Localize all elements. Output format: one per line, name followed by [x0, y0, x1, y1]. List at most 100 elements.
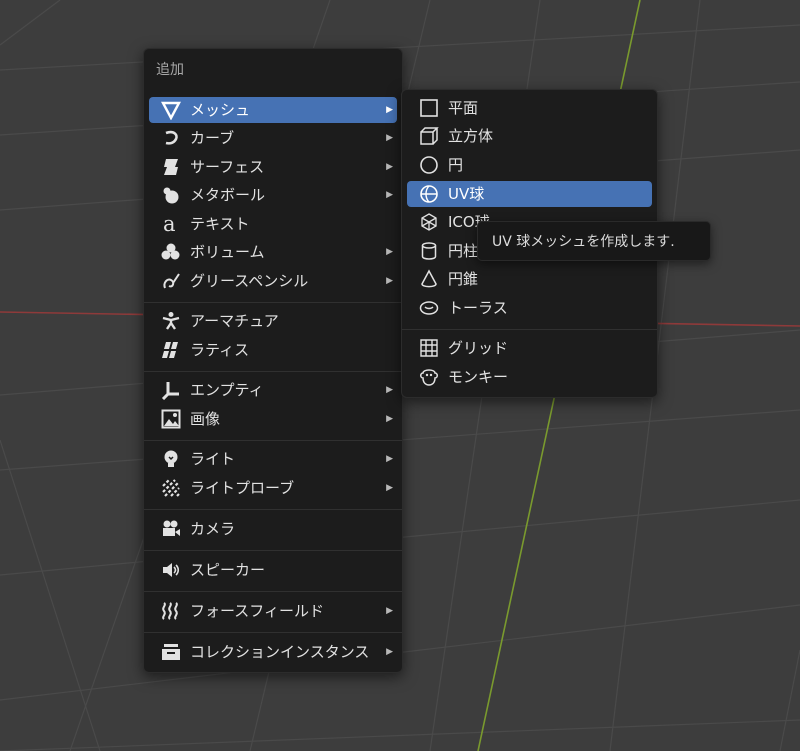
menu-item-label: カーブ: [190, 129, 235, 147]
monkey-icon: [419, 367, 439, 387]
submenu-item-label: グリッド: [448, 339, 509, 357]
submenu-item-grid[interactable]: グリッド: [407, 335, 652, 361]
menu-item-light[interactable]: ライト ▶: [149, 446, 397, 472]
submenu-arrow-icon: ▶: [386, 276, 393, 286]
menu-item-label: エンプティ: [190, 381, 264, 399]
submenu-item-label: 円: [448, 156, 464, 174]
circle-icon: [419, 155, 439, 175]
collection-instance-icon: [161, 642, 181, 662]
camera-icon: [161, 519, 181, 539]
menu-item-label: サーフェス: [190, 158, 265, 176]
submenu-item-circle[interactable]: 円: [407, 152, 652, 178]
menu-item-label: フォースフィールド: [190, 602, 324, 620]
submenu-arrow-icon: ▶: [386, 105, 393, 115]
menu-item-speaker[interactable]: スピーカー: [149, 557, 397, 583]
menu-item-armature[interactable]: アーマチュア: [149, 308, 397, 334]
menu-item-image[interactable]: 画像 ▶: [149, 406, 397, 432]
menu-separator: [144, 371, 402, 372]
menu-item-surface[interactable]: サーフェス ▶: [149, 154, 397, 180]
svg-text:a: a: [163, 214, 176, 234]
grid-icon: [419, 338, 439, 358]
menu-item-text[interactable]: a テキスト: [149, 211, 397, 237]
submenu-arrow-icon: ▶: [386, 190, 393, 200]
menu-item-volume[interactable]: ボリューム ▶: [149, 239, 397, 265]
armature-icon: [161, 311, 181, 331]
cylinder-icon: [419, 241, 439, 261]
menu-item-label: 画像: [190, 410, 221, 428]
menu-separator: [144, 302, 402, 303]
menu-item-label: コレクションインスタンス: [190, 643, 370, 661]
submenu-arrow-icon: ▶: [386, 162, 393, 172]
speaker-icon: [161, 560, 181, 580]
menu-separator: [144, 632, 402, 633]
empty-icon: [161, 380, 181, 400]
submenu-item-label: 立方体: [448, 127, 494, 145]
ico-sphere-icon: [419, 212, 439, 232]
submenu-item-cube[interactable]: 立方体: [407, 123, 652, 149]
submenu-arrow-icon: ▶: [386, 483, 393, 493]
submenu-item-label: UV球: [448, 185, 485, 203]
curve-icon: [161, 128, 181, 148]
light-icon: [161, 449, 181, 469]
menu-item-label: メタボール: [190, 186, 266, 204]
submenu-item-label: 平面: [448, 99, 479, 117]
submenu-item-label: 円錐: [448, 270, 479, 288]
submenu-item-cone[interactable]: 円錐: [407, 266, 652, 292]
menu-item-label: テキスト: [190, 215, 250, 233]
menu-separator: [144, 591, 402, 592]
menu-item-label: スピーカー: [190, 561, 266, 579]
submenu-separator: [402, 329, 657, 330]
lattice-icon: [161, 340, 181, 360]
menu-item-label: グリースペンシル: [190, 272, 309, 290]
menu-item-lattice[interactable]: ラティス: [149, 337, 397, 363]
plane-icon: [419, 98, 439, 118]
menu-item-label: ラティス: [190, 341, 250, 359]
menu-item-mesh[interactable]: メッシュ ▶: [149, 97, 397, 123]
menu-item-light-probe[interactable]: ライトプローブ ▶: [149, 475, 397, 501]
submenu-arrow-icon: ▶: [386, 454, 393, 464]
tooltip: UV 球メッシュを作成します.: [477, 221, 711, 261]
submenu-item-label: 円柱: [448, 242, 479, 260]
submenu-item-label: トーラス: [448, 299, 508, 317]
menu-item-label: ボリューム: [190, 243, 265, 261]
menu-title: 追加: [156, 62, 184, 78]
submenu-item-monkey[interactable]: モンキー: [407, 364, 652, 390]
surface-icon: [161, 157, 181, 177]
menu-item-metaball[interactable]: メタボール ▶: [149, 182, 397, 208]
light-probe-icon: [161, 478, 181, 498]
force-field-icon: [161, 601, 181, 621]
menu-item-curve[interactable]: カーブ ▶: [149, 125, 397, 151]
grease-pencil-icon: [161, 271, 181, 291]
menu-item-grease-pencil[interactable]: グリースペンシル ▶: [149, 268, 397, 294]
mesh-icon: [161, 100, 181, 120]
submenu-item-uv-sphere[interactable]: UV球: [407, 181, 652, 207]
submenu-arrow-icon: ▶: [386, 647, 393, 657]
submenu-arrow-icon: ▶: [386, 385, 393, 395]
text-icon: a: [161, 214, 181, 234]
metaball-icon: [161, 185, 181, 205]
submenu-item-plane[interactable]: 平面: [407, 95, 652, 121]
add-menu: 追加 メッシュ ▶ カーブ ▶ サーフェス ▶ メタボール ▶ a テキスト ボ…: [143, 48, 403, 673]
menu-item-label: メッシュ: [190, 101, 251, 119]
cube-icon: [419, 126, 439, 146]
menu-item-force-field[interactable]: フォースフィールド ▶: [149, 598, 397, 624]
submenu-arrow-icon: ▶: [386, 133, 393, 143]
torus-icon: [419, 298, 439, 318]
menu-item-camera[interactable]: カメラ: [149, 516, 397, 542]
submenu-item-torus[interactable]: トーラス: [407, 295, 652, 321]
image-icon: [161, 409, 181, 429]
menu-item-label: ライト: [190, 450, 236, 468]
menu-separator: [144, 509, 402, 510]
menu-item-empty[interactable]: エンプティ ▶: [149, 377, 397, 403]
submenu-arrow-icon: ▶: [386, 247, 393, 257]
submenu-arrow-icon: ▶: [386, 414, 393, 424]
submenu-arrow-icon: ▶: [386, 606, 393, 616]
menu-separator: [144, 550, 402, 551]
submenu-item-label: モンキー: [448, 368, 509, 386]
volume-icon: [161, 242, 181, 262]
cone-icon: [419, 269, 439, 289]
menu-item-collection-instance[interactable]: コレクションインスタンス ▶: [149, 639, 397, 665]
menu-separator: [144, 440, 402, 441]
menu-item-label: ライトプローブ: [190, 479, 295, 497]
menu-item-label: アーマチュア: [190, 312, 279, 330]
